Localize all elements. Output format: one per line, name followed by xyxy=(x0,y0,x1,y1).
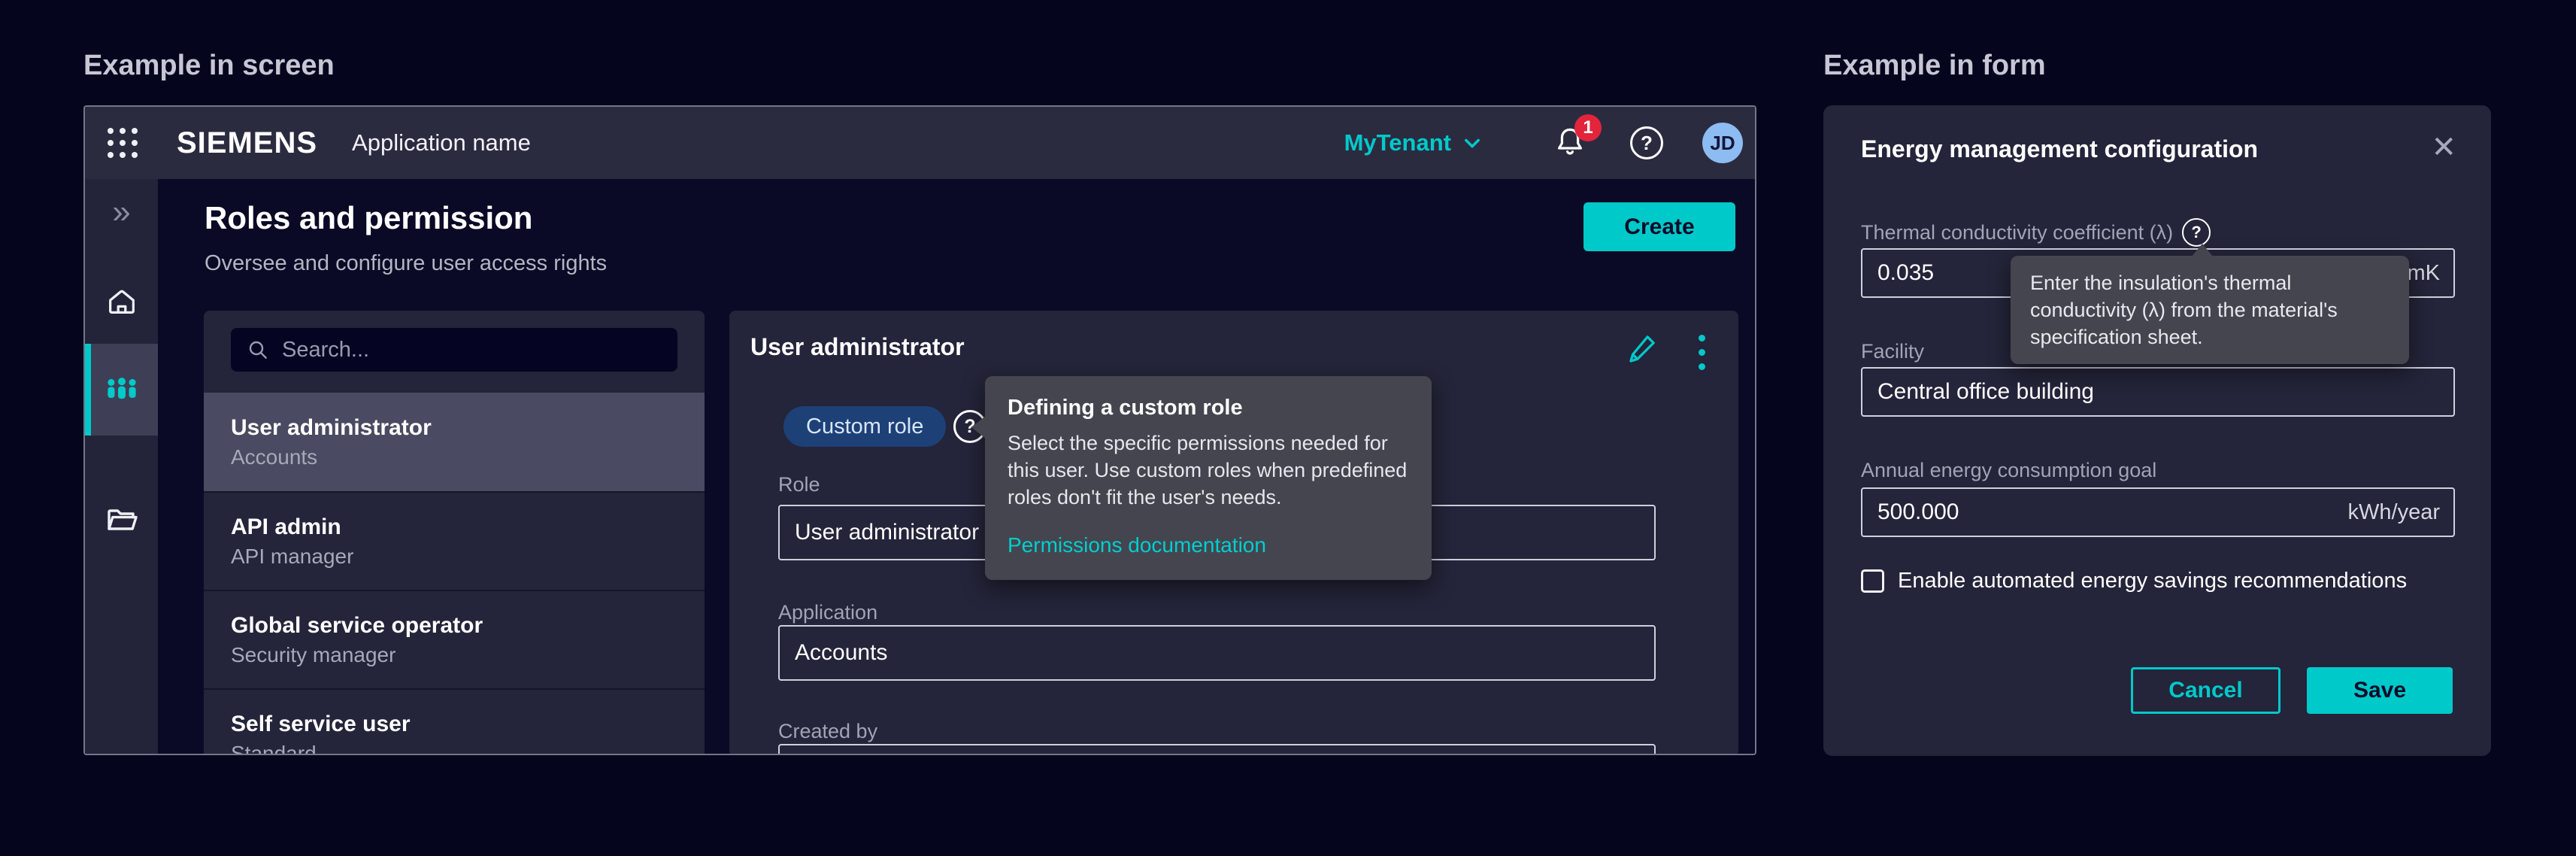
custom-role-chip: Custom role xyxy=(783,406,946,447)
created-by-field-input[interactable] xyxy=(778,744,1656,755)
search-icon xyxy=(246,338,270,362)
facility-field-value: Central office building xyxy=(1877,379,2094,405)
checkbox-label: Enable automated energy savings recommen… xyxy=(1898,569,2407,593)
role-list-item-self-service-user[interactable]: Self service user Standard xyxy=(204,688,705,755)
thermal-tooltip: Enter the insulation's thermal conductiv… xyxy=(2011,256,2409,364)
role-title: Self service user xyxy=(231,712,705,737)
close-icon[interactable]: ✕ xyxy=(2431,132,2456,162)
tooltip-title: Defining a custom role xyxy=(1008,396,1409,420)
energy-form-card: Energy management configuration ✕ Therma… xyxy=(1823,105,2491,756)
create-button[interactable]: Create xyxy=(1583,202,1735,251)
notifications-button[interactable]: 1 xyxy=(1552,125,1588,161)
sidebar-expand-button[interactable]: » xyxy=(85,190,158,235)
role-title: API admin xyxy=(231,515,705,540)
search-input[interactable] xyxy=(282,338,662,363)
role-list-item-user-administrator[interactable]: User administrator Accounts xyxy=(204,393,705,491)
role-field-value: User administrator xyxy=(795,520,979,545)
pencil-icon xyxy=(1626,330,1660,365)
detail-title: User administrator xyxy=(750,333,965,361)
roles-list-panel: User administrator Accounts API admin AP… xyxy=(204,311,705,755)
kebab-menu-button[interactable] xyxy=(1696,332,1708,373)
form-title: Energy management configuration xyxy=(1861,135,2258,163)
checkbox-unchecked-icon[interactable] xyxy=(1861,569,1884,593)
role-subtitle: Security manager xyxy=(231,643,705,667)
thermal-help-icon[interactable]: ? xyxy=(2182,218,2211,247)
application-name: Application name xyxy=(352,129,531,156)
annual-goal-field-input[interactable]: 500.000 kWh/year xyxy=(1861,487,2455,537)
chevron-down-icon xyxy=(1462,132,1483,153)
custom-role-tooltip: Defining a custom role Select the specif… xyxy=(985,376,1432,580)
left-section-heading: Example in screen xyxy=(83,50,335,82)
facility-field-label: Facility xyxy=(1861,340,1924,363)
application-field-label: Application xyxy=(778,601,877,624)
chevron-double-right-icon: » xyxy=(112,193,130,231)
facility-field-input[interactable]: Central office building xyxy=(1861,367,2455,417)
app-launcher-icon[interactable] xyxy=(108,128,138,158)
help-button[interactable]: ? xyxy=(1630,126,1663,159)
role-title: User administrator xyxy=(231,415,705,441)
annual-goal-field-label: Annual energy consumption goal xyxy=(1861,459,2156,482)
siemens-logo: SIEMENS xyxy=(177,126,317,160)
folder-open-icon xyxy=(104,502,140,539)
notification-badge: 1 xyxy=(1574,114,1602,141)
sidebar: » xyxy=(85,179,158,754)
user-avatar[interactable]: JD xyxy=(1702,123,1743,163)
roles-list: User administrator Accounts API admin AP… xyxy=(204,393,705,755)
search-box xyxy=(231,328,677,372)
application-field-input[interactable]: Accounts xyxy=(778,625,1656,681)
sidebar-item-home[interactable] xyxy=(85,280,158,325)
auto-savings-checkbox-row[interactable]: Enable automated energy savings recommen… xyxy=(1861,569,2407,593)
thermal-field-label: Thermal conductivity coefficient (λ) ? xyxy=(1861,218,2211,247)
annual-goal-field-value: 500.000 xyxy=(1877,499,1959,525)
thermal-field-value: 0.035 xyxy=(1877,260,1934,286)
thermal-field-label-text: Thermal conductivity coefficient (λ) xyxy=(1861,221,2173,244)
cancel-button[interactable]: Cancel xyxy=(2131,667,2281,714)
role-subtitle: API manager xyxy=(231,545,705,569)
app-header: SIEMENS Application name MyTenant 1 ? JD xyxy=(85,107,1755,179)
role-subtitle: Standard xyxy=(231,742,705,756)
page-title: Roles and permission xyxy=(205,200,532,236)
role-title: Global service operator xyxy=(231,613,705,639)
home-icon xyxy=(105,285,139,320)
sidebar-item-roles[interactable] xyxy=(85,344,158,436)
role-detail-panel: User administrator Custom role ? Role Us… xyxy=(729,311,1738,755)
sidebar-item-projects[interactable] xyxy=(85,498,158,543)
header-actions: MyTenant 1 ? JD xyxy=(1344,123,1743,163)
page-subtitle: Oversee and configure user access rights xyxy=(205,251,607,276)
role-list-item-global-service-operator[interactable]: Global service operator Security manager xyxy=(204,590,705,688)
annual-goal-field-unit: kWh/year xyxy=(2348,500,2440,525)
app-window: SIEMENS Application name MyTenant 1 ? JD xyxy=(83,105,1756,755)
edit-button[interactable] xyxy=(1626,330,1660,365)
tenant-selector[interactable]: MyTenant xyxy=(1344,129,1483,156)
role-field-label: Role xyxy=(778,473,820,496)
save-button[interactable]: Save xyxy=(2307,667,2453,714)
tenant-label: MyTenant xyxy=(1344,129,1451,156)
users-icon xyxy=(102,370,141,409)
tooltip-body: Select the specific permissions needed f… xyxy=(1008,430,1409,511)
page: Example in screen SIEMENS Application na… xyxy=(0,0,2576,856)
application-field-value: Accounts xyxy=(795,640,887,666)
right-section-heading: Example in form xyxy=(1823,50,2046,82)
permissions-documentation-link[interactable]: Permissions documentation xyxy=(1008,533,1266,557)
created-by-field-label: Created by xyxy=(778,720,877,743)
role-list-item-api-admin[interactable]: API admin API manager xyxy=(204,491,705,590)
role-subtitle: Accounts xyxy=(231,445,705,469)
